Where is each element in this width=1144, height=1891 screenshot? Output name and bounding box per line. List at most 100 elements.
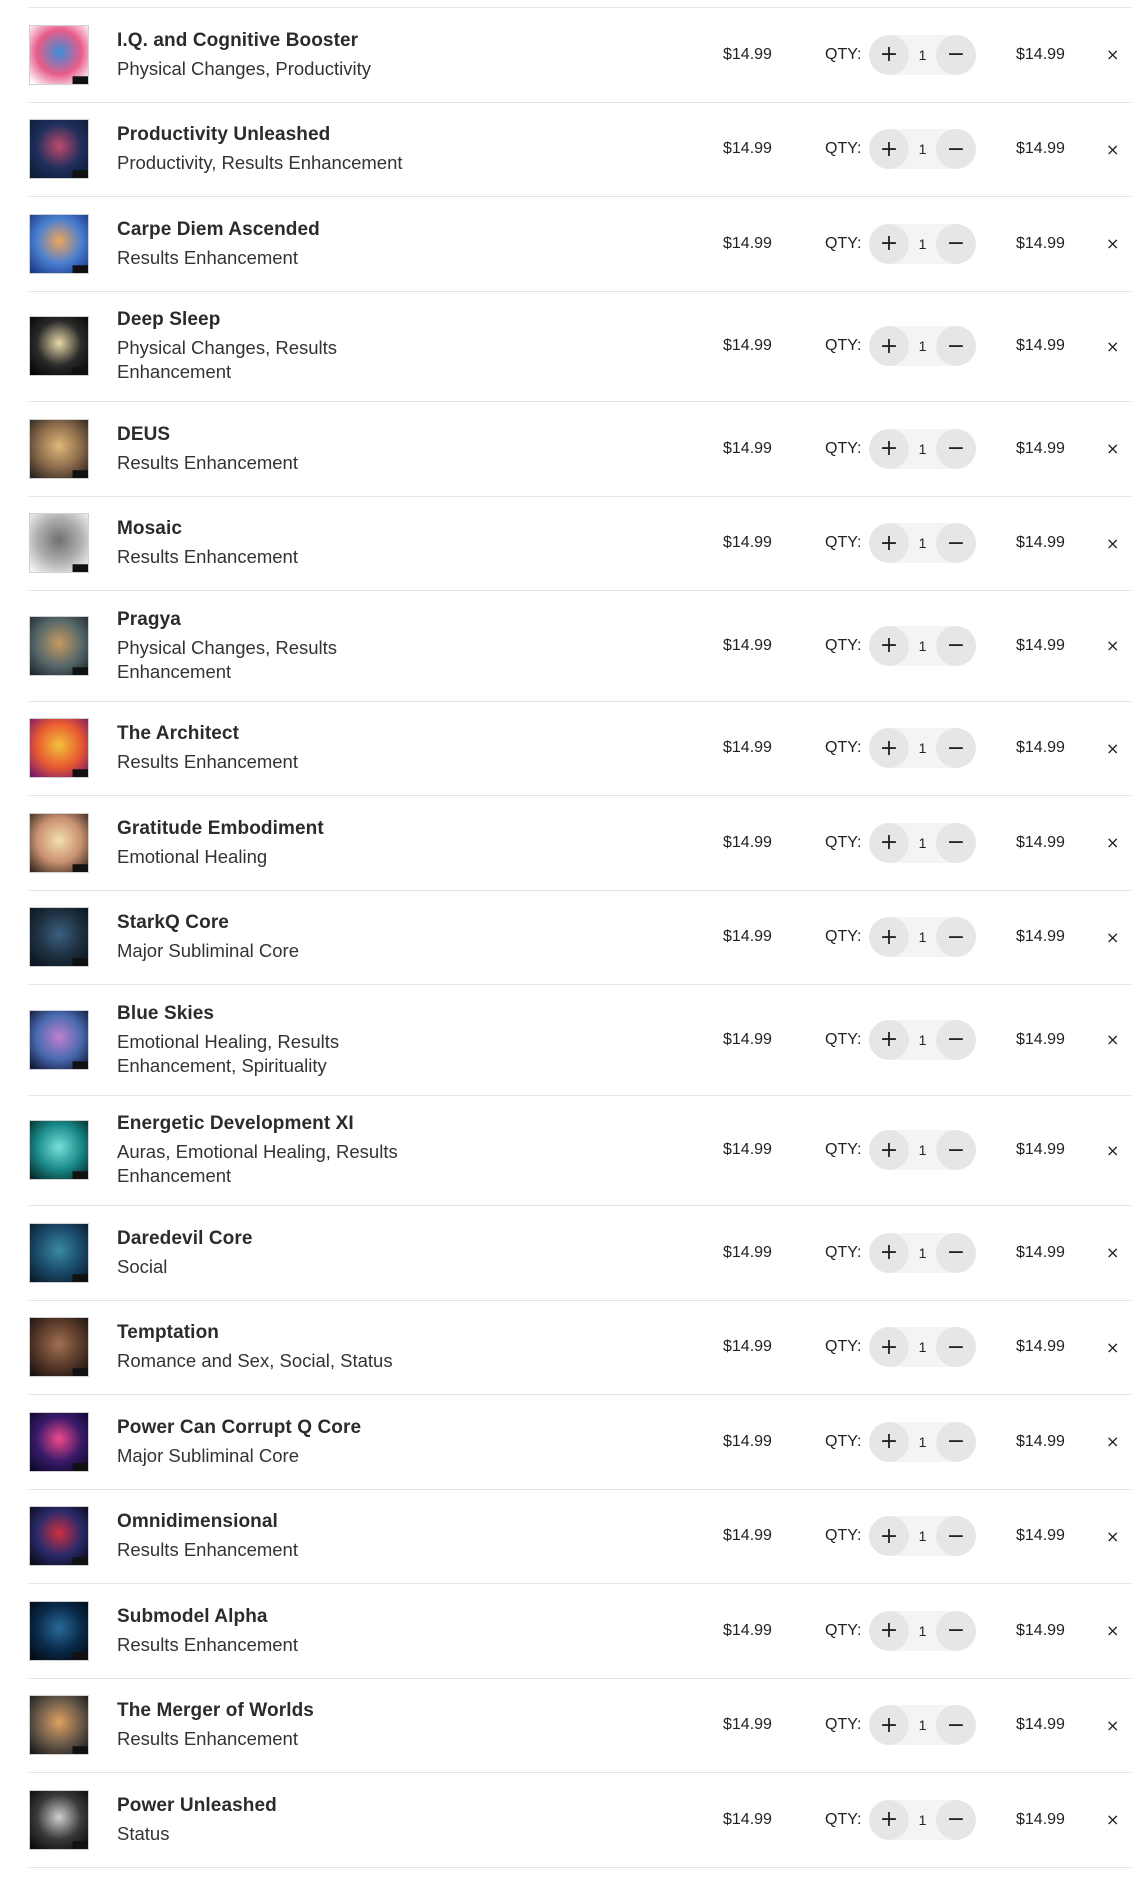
product-title[interactable]: The Merger of Worlds (117, 1699, 437, 1723)
quantity-value[interactable]: 1 (919, 1142, 927, 1158)
quantity-value[interactable]: 1 (919, 1434, 927, 1450)
quantity-value[interactable]: 1 (919, 1717, 927, 1733)
remove-item-icon[interactable]: × (1106, 636, 1119, 655)
decrease-quantity-button[interactable]: − (935, 1705, 976, 1746)
increase-quantity-button[interactable]: + (869, 917, 909, 958)
product-title[interactable]: DEUS (117, 423, 437, 447)
product-title[interactable]: Carpe Diem Ascended (117, 218, 437, 242)
decrease-quantity-button[interactable]: − (935, 917, 976, 958)
product-title[interactable]: Productivity Unleashed (117, 123, 437, 147)
quantity-value[interactable]: 1 (919, 1623, 927, 1639)
quantity-value[interactable]: 1 (919, 47, 927, 63)
quantity-value[interactable]: 1 (919, 1339, 927, 1355)
increase-quantity-button[interactable]: + (869, 1130, 909, 1171)
quantity-value[interactable]: 1 (919, 740, 927, 756)
remove-item-icon[interactable]: × (1106, 1527, 1119, 1546)
product-thumbnail[interactable] (29, 1009, 89, 1070)
product-title[interactable]: The Architect (117, 722, 437, 746)
product-thumbnail[interactable] (29, 316, 89, 377)
quantity-value[interactable]: 1 (919, 638, 927, 654)
product-thumbnail[interactable] (29, 1506, 89, 1567)
quantity-value[interactable]: 1 (919, 1528, 927, 1544)
product-thumbnail[interactable] (29, 1789, 89, 1850)
decrease-quantity-button[interactable]: − (935, 728, 976, 769)
remove-item-icon[interactable]: × (1106, 140, 1119, 159)
remove-item-icon[interactable]: × (1106, 928, 1119, 947)
product-title[interactable]: Power Unleashed (117, 1794, 437, 1818)
product-title[interactable]: Submodel Alpha (117, 1605, 437, 1629)
increase-quantity-button[interactable]: + (869, 1610, 909, 1651)
product-thumbnail[interactable] (29, 615, 89, 676)
increase-quantity-button[interactable]: + (869, 326, 909, 367)
decrease-quantity-button[interactable]: − (935, 326, 976, 367)
decrease-quantity-button[interactable]: − (935, 523, 976, 564)
quantity-value[interactable]: 1 (919, 1812, 927, 1828)
increase-quantity-button[interactable]: + (869, 428, 909, 469)
product-title[interactable]: Energetic Development XI (117, 1112, 437, 1136)
decrease-quantity-button[interactable]: − (935, 1421, 976, 1462)
remove-item-icon[interactable]: × (1106, 1141, 1119, 1160)
increase-quantity-button[interactable]: + (869, 822, 909, 863)
quantity-value[interactable]: 1 (919, 835, 927, 851)
decrease-quantity-button[interactable]: − (935, 1232, 976, 1273)
product-thumbnail[interactable] (29, 418, 89, 479)
product-title[interactable]: Pragya (117, 608, 437, 632)
increase-quantity-button[interactable]: + (869, 523, 909, 564)
quantity-value[interactable]: 1 (919, 535, 927, 551)
decrease-quantity-button[interactable]: − (935, 129, 976, 170)
remove-item-icon[interactable]: × (1106, 1432, 1119, 1451)
product-title[interactable]: StarkQ Core (117, 911, 437, 935)
product-title[interactable]: Power Can Corrupt Q Core (117, 1416, 437, 1440)
product-thumbnail[interactable] (29, 1120, 89, 1181)
product-thumbnail[interactable] (29, 812, 89, 873)
decrease-quantity-button[interactable]: − (935, 1327, 976, 1368)
quantity-value[interactable]: 1 (919, 441, 927, 457)
product-thumbnail[interactable] (29, 1222, 89, 1283)
product-title[interactable]: Deep Sleep (117, 308, 437, 332)
decrease-quantity-button[interactable]: − (935, 428, 976, 469)
quantity-value[interactable]: 1 (919, 141, 927, 157)
increase-quantity-button[interactable]: + (869, 625, 909, 666)
remove-item-icon[interactable]: × (1106, 45, 1119, 64)
remove-item-icon[interactable]: × (1106, 1243, 1119, 1262)
decrease-quantity-button[interactable]: − (935, 1019, 976, 1060)
product-title[interactable]: I.Q. and Cognitive Booster (117, 29, 437, 53)
remove-item-icon[interactable]: × (1106, 234, 1119, 253)
product-title[interactable]: Mosaic (117, 517, 437, 541)
quantity-value[interactable]: 1 (919, 1245, 927, 1261)
product-thumbnail[interactable] (29, 213, 89, 274)
product-thumbnail[interactable] (29, 718, 89, 779)
increase-quantity-button[interactable]: + (869, 1516, 909, 1557)
increase-quantity-button[interactable]: + (869, 129, 909, 170)
quantity-value[interactable]: 1 (919, 338, 927, 354)
remove-item-icon[interactable]: × (1106, 833, 1119, 852)
decrease-quantity-button[interactable]: − (935, 822, 976, 863)
increase-quantity-button[interactable]: + (869, 1705, 909, 1746)
increase-quantity-button[interactable]: + (869, 1327, 909, 1368)
product-title[interactable]: Omnidimensional (117, 1510, 437, 1534)
increase-quantity-button[interactable]: + (869, 728, 909, 769)
remove-item-icon[interactable]: × (1106, 1716, 1119, 1735)
product-thumbnail[interactable] (29, 1600, 89, 1661)
decrease-quantity-button[interactable]: − (935, 1610, 976, 1651)
decrease-quantity-button[interactable]: − (935, 223, 976, 264)
decrease-quantity-button[interactable]: − (935, 625, 976, 666)
product-thumbnail[interactable] (29, 513, 89, 574)
remove-item-icon[interactable]: × (1106, 534, 1119, 553)
product-thumbnail[interactable] (29, 119, 89, 180)
increase-quantity-button[interactable]: + (869, 1421, 909, 1462)
product-title[interactable]: Temptation (117, 1321, 437, 1345)
remove-item-icon[interactable]: × (1106, 1810, 1119, 1829)
product-thumbnail[interactable] (29, 1411, 89, 1472)
increase-quantity-button[interactable]: + (869, 223, 909, 264)
quantity-value[interactable]: 1 (919, 929, 927, 945)
product-thumbnail[interactable] (29, 24, 89, 85)
decrease-quantity-button[interactable]: − (935, 1130, 976, 1171)
product-thumbnail[interactable] (29, 1317, 89, 1378)
product-title[interactable]: Daredevil Core (117, 1227, 437, 1251)
remove-item-icon[interactable]: × (1106, 439, 1119, 458)
increase-quantity-button[interactable]: + (869, 34, 909, 75)
product-title[interactable]: Gratitude Embodiment (117, 817, 437, 841)
increase-quantity-button[interactable]: + (869, 1232, 909, 1273)
remove-item-icon[interactable]: × (1106, 739, 1119, 758)
